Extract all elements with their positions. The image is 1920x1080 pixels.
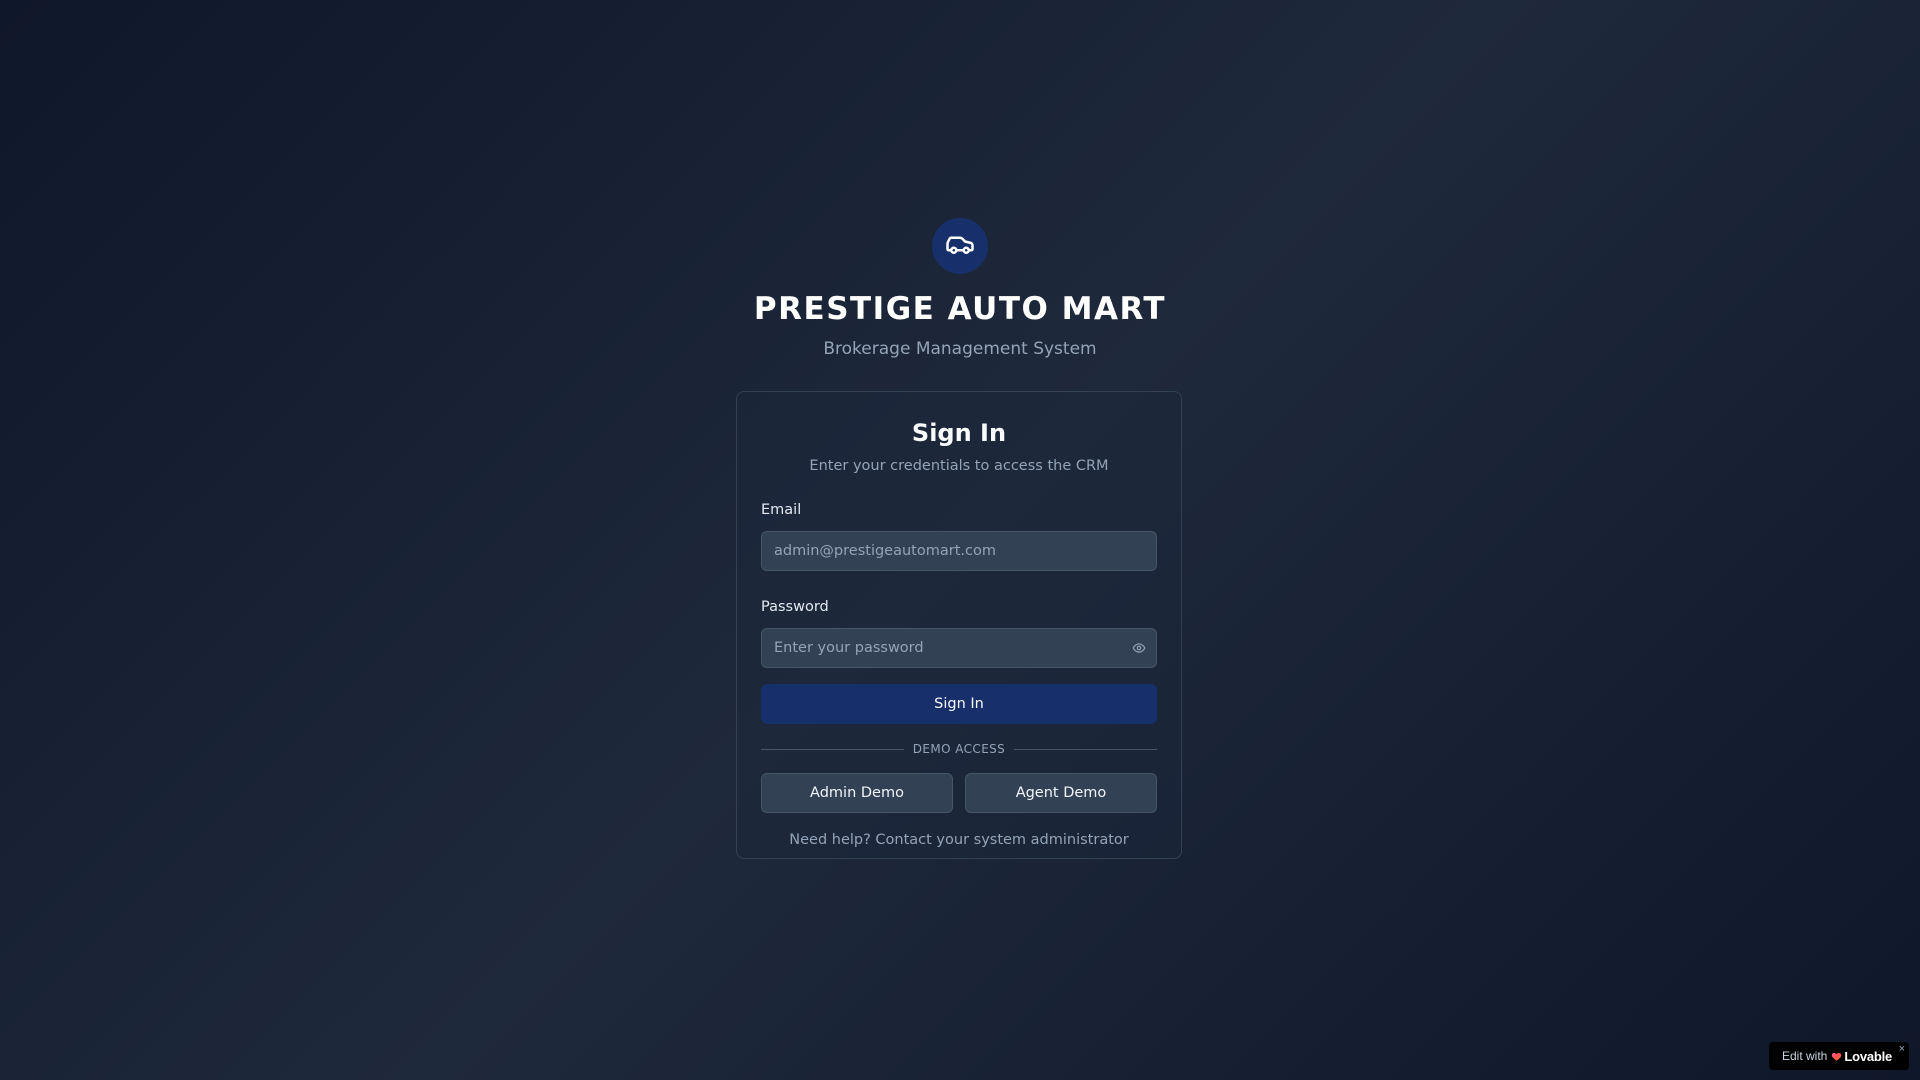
divider-line-right (1014, 748, 1158, 750)
email-input[interactable] (761, 531, 1157, 571)
divider-line-left (761, 748, 904, 750)
badge-brand: Lovable (1844, 1048, 1893, 1064)
badge-prefix: Edit with (1782, 1049, 1828, 1063)
admin-demo-button[interactable]: Admin Demo (761, 773, 953, 813)
signin-card: Sign In Enter your credentials to access… (736, 391, 1182, 859)
edit-with-lovable-badge[interactable]: Edit with Lovable × (1769, 1042, 1909, 1070)
brand-subtitle: Brokerage Management System (823, 339, 1097, 359)
email-label: Email (761, 502, 802, 518)
email-field-wrapper (761, 531, 1157, 571)
demo-divider: DEMO ACCESS (761, 741, 1158, 757)
sign-in-button[interactable]: Sign In (761, 684, 1157, 724)
brand-title: PRESTIGE AUTO MART (753, 291, 1167, 327)
lovable-heart-icon (1831, 1051, 1842, 1062)
car-icon (945, 229, 975, 263)
card-description: Enter your credentials to access the CRM (809, 458, 1109, 474)
agent-demo-button[interactable]: Agent Demo (965, 773, 1157, 813)
password-field-wrapper (761, 628, 1157, 668)
help-text: Need help? Contact your system administr… (789, 832, 1129, 848)
password-label: Password (761, 599, 829, 615)
login-page: PRESTIGE AUTO MART Brokerage Management … (0, 0, 1920, 1080)
card-title: Sign In (911, 419, 1007, 447)
password-input[interactable] (761, 628, 1157, 668)
divider-text: DEMO ACCESS (912, 742, 1006, 756)
brand-header: PRESTIGE AUTO MART Brokerage Management … (0, 218, 1920, 360)
logo (932, 218, 988, 274)
eye-icon[interactable] (1131, 640, 1147, 656)
demo-buttons: Admin Demo Agent Demo (761, 773, 1157, 813)
close-icon[interactable]: × (1899, 1043, 1905, 1055)
